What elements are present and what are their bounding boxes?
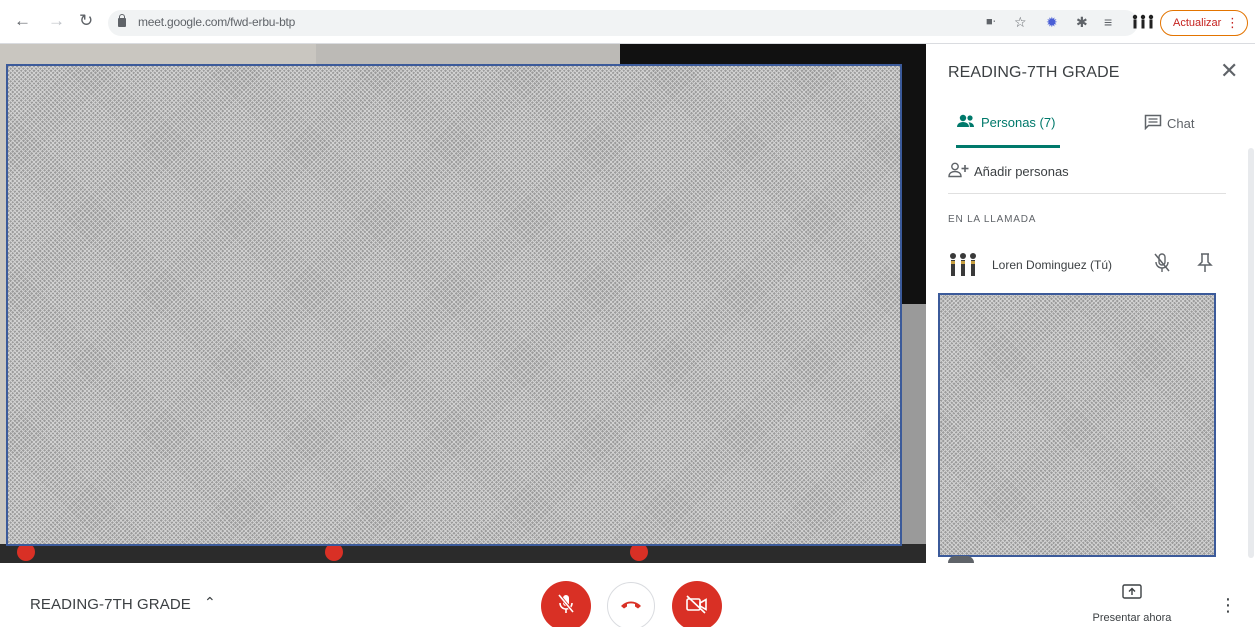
side-panel: READING-7TH GRADE ✕ Personas (7) Chat Añ… (926, 44, 1255, 563)
pin-icon[interactable] (1196, 252, 1214, 279)
extension-icon[interactable]: ✹ (1046, 14, 1058, 30)
mic-off-icon (557, 593, 575, 620)
self-video-redacted (938, 293, 1216, 557)
tile-name-row (0, 544, 926, 563)
chat-icon (1144, 114, 1162, 133)
puzzle-icon[interactable]: ✱ (1076, 14, 1088, 30)
present-now-button[interactable]: Presentar ahora (1086, 583, 1178, 624)
browser-toolbar: ← → ↻ meet.google.com/fwd-erbu-btp ■⋅ ☆ … (0, 0, 1255, 44)
participant-row: Loren Dominguez (Tú) (948, 248, 1238, 282)
tab-people-label: Personas (7) (981, 115, 1056, 131)
camera-off-icon (685, 594, 709, 619)
camera-toggle-button[interactable] (672, 581, 722, 627)
panel-title: READING-7TH GRADE (948, 64, 1120, 81)
bottom-bar: READING-7TH GRADE ⌃ Presentar ahora ⋮ (0, 563, 1255, 627)
add-person-icon (948, 162, 970, 181)
meeting-title[interactable]: READING-7TH GRADE (30, 596, 191, 613)
present-now-label: Presentar ahora (1092, 612, 1172, 624)
more-options-icon[interactable]: ⋮ (1219, 596, 1237, 614)
section-label-in-call: EN LA LLAMADA (948, 214, 1037, 225)
cast-icon[interactable]: ■⋅ (986, 14, 996, 30)
media-icon[interactable]: ≡ (1104, 14, 1112, 30)
tab-chat[interactable]: Chat (1144, 114, 1214, 148)
chevron-up-icon[interactable]: ⌃ (204, 594, 216, 611)
video-stage (0, 44, 926, 563)
avatar (948, 252, 978, 283)
address-bar[interactable]: meet.google.com/fwd-erbu-btp (108, 10, 1138, 36)
add-people-label: Añadir personas (974, 164, 1069, 179)
profile-icon[interactable] (1132, 14, 1154, 33)
present-screen-icon (1086, 583, 1178, 606)
star-icon[interactable]: ☆ (1014, 14, 1027, 30)
mic-off-icon[interactable] (1152, 252, 1172, 279)
close-icon[interactable]: ✕ (1220, 60, 1238, 82)
tab-chat-label: Chat (1167, 116, 1195, 131)
forward-icon[interactable]: → (48, 12, 65, 30)
next-participant-avatar (948, 556, 974, 563)
update-button[interactable]: Actualizar ⋮ (1160, 10, 1248, 36)
url-text[interactable]: meet.google.com/fwd-erbu-btp (138, 15, 295, 29)
reload-icon[interactable]: ↻ (79, 12, 93, 30)
hang-up-icon (620, 597, 642, 615)
menu-dots-icon: ⋮ (1226, 15, 1239, 30)
mic-toggle-button[interactable] (541, 581, 591, 627)
panel-scrollbar[interactable] (1248, 148, 1254, 558)
lock-icon[interactable] (118, 14, 126, 27)
leave-call-button[interactable] (607, 582, 655, 627)
update-label: Actualizar (1173, 17, 1222, 29)
tab-people[interactable]: Personas (7) (956, 114, 1060, 148)
main-video-redacted (6, 64, 902, 546)
back-icon[interactable]: ← (14, 12, 31, 30)
participant-name: Loren Dominguez (Tú) (992, 258, 1113, 272)
people-icon (956, 114, 976, 131)
add-people-button[interactable]: Añadir personas (948, 162, 1226, 194)
